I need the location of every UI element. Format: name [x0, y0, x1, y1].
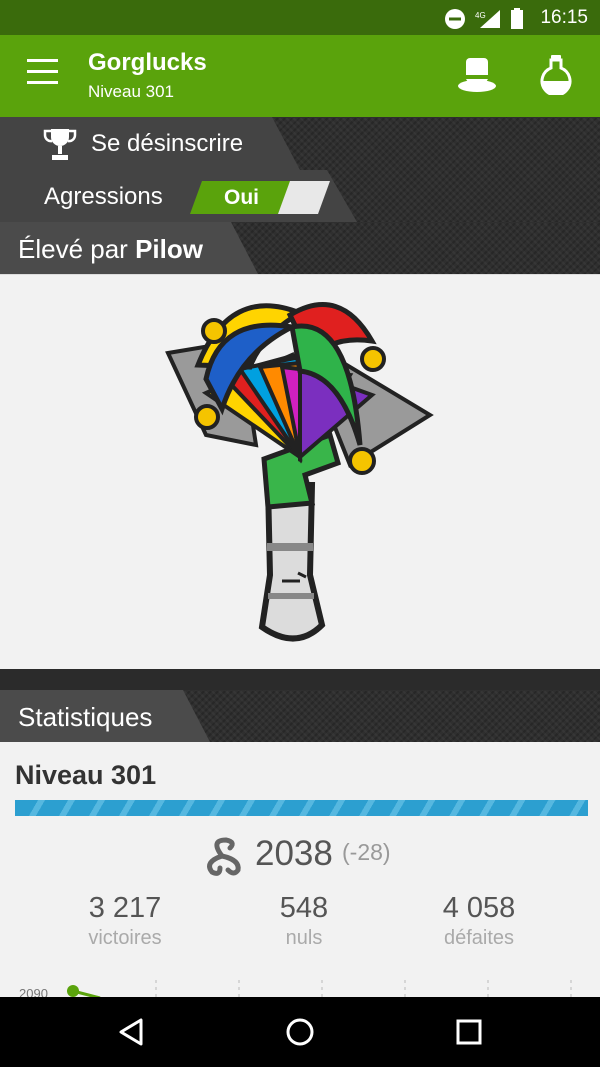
rating-chart: 2090 [0, 972, 600, 998]
top-hat-icon[interactable] [457, 55, 497, 95]
victories-value: 3 217 [88, 892, 162, 924]
unsubscribe-label: Se désinscrire [91, 130, 244, 157]
aggressions-toggle[interactable]: Oui [190, 181, 330, 214]
menu-icon[interactable] [27, 59, 58, 85]
draws-label: nuls [285, 927, 323, 949]
rating-delta: (-28) [342, 839, 391, 865]
statistics-tab: Statistiques [0, 690, 210, 742]
pet-image-panel [0, 274, 600, 669]
nav-recent-icon[interactable] [451, 1014, 487, 1050]
page-subtitle: Niveau 301 [88, 82, 175, 101]
raised-by-label: Élevé par Pilow [18, 234, 203, 264]
trophy-icon [43, 129, 77, 160]
app-bar: Gorglucks Niveau 301 [0, 35, 600, 117]
statistics-title: Statistiques [18, 702, 153, 732]
statistics-bar: Statistiques [0, 690, 600, 742]
level-title: Niveau 301 [15, 760, 157, 790]
stat-victories: 3 217 victoires [35, 892, 215, 950]
victories-label: victoires [88, 927, 162, 949]
defeats-label: défaites [443, 927, 515, 949]
clock: 16:15 [540, 7, 588, 28]
aggressions-label: Agressions [44, 183, 163, 210]
toggle-label: Oui [224, 186, 259, 209]
defeats-value: 4 058 [442, 892, 516, 924]
page-title: Gorglucks [88, 49, 207, 76]
chart-point [67, 985, 79, 997]
status-bar: 4G 16:15 [0, 0, 600, 35]
swirl-icon [207, 837, 241, 876]
pet-illustration [165, 302, 434, 642]
nav-home-icon[interactable] [282, 1014, 318, 1050]
stat-draws: 548 nuls [214, 892, 394, 950]
rating-value: 2038 [255, 834, 333, 873]
svg-text:4G: 4G [475, 11, 486, 20]
owner-name[interactable]: Pilow [135, 234, 203, 264]
stat-defeats: 4 058 défaites [389, 892, 569, 950]
battery-icon [511, 8, 523, 29]
rating-chart-svg: 2090 [19, 980, 572, 998]
raised-by-tab: Élevé par Pilow [0, 222, 258, 274]
level-progress-bar [15, 800, 588, 816]
do-not-disturb-icon [445, 9, 465, 29]
draws-value: 548 [279, 892, 329, 924]
potion-flask-icon[interactable] [538, 53, 574, 95]
nav-back-icon[interactable] [113, 1014, 149, 1050]
system-nav-bar [0, 997, 600, 1067]
signal-4g-icon: 4G [475, 10, 500, 28]
raised-by-bar: Élevé par Pilow [0, 222, 600, 274]
